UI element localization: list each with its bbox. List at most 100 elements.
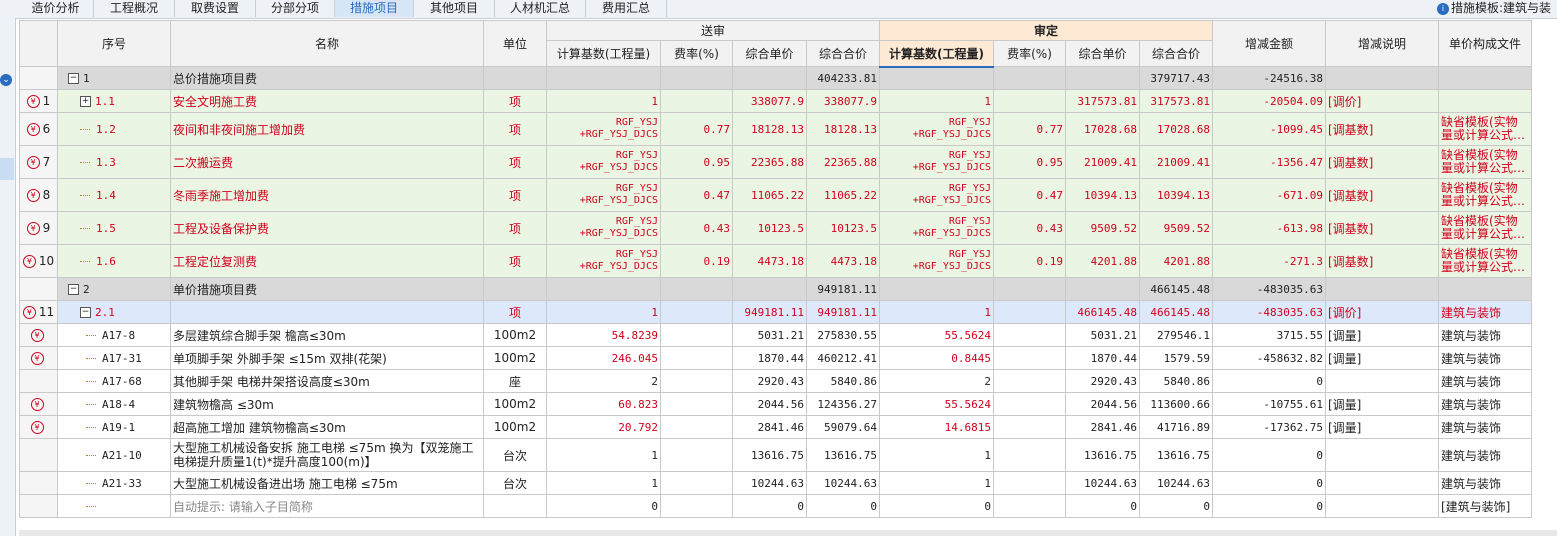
table-row[interactable]: ¥10 1.6 工程定位复测费项 RGF_YSJ +RGF_YSJ_DJCS 0.19 44…	[19, 244, 1532, 278]
tab-project-overview[interactable]: 工程概况	[94, 0, 175, 17]
tab-fee-settings[interactable]: 取费设置	[175, 0, 256, 17]
file-cell[interactable]: 建筑与装饰	[1438, 471, 1532, 495]
s-total-cell[interactable]: 5840.86	[806, 369, 880, 393]
note-cell[interactable]: [调基数]	[1325, 244, 1439, 278]
s-uprice-cell[interactable]: 338077.9	[732, 89, 807, 113]
table-row[interactable]: A21-33 大型施工机械设备进出场 施工电梯 ≤75m 台次 1 10244.63 10…	[19, 471, 1532, 495]
d-base-cell[interactable]: 0.8445	[879, 346, 994, 370]
s-total-cell[interactable]: 10244.63	[806, 471, 880, 495]
s-total-cell[interactable]: 18128.13	[806, 112, 880, 146]
note-cell[interactable]	[1325, 369, 1439, 393]
d-total-cell[interactable]: 41716.89	[1139, 415, 1213, 439]
s-rate-cell[interactable]	[660, 346, 733, 370]
s-rate-cell[interactable]	[660, 438, 733, 472]
s-rate-cell[interactable]	[660, 277, 733, 301]
d-uprice-cell[interactable]: 466145.48	[1065, 300, 1140, 324]
unit-cell[interactable]: 项	[483, 300, 547, 324]
name-cell[interactable]: 单项脚手架 外脚手架 ≤15m 双排(花架)	[170, 346, 484, 370]
seq-cell[interactable]: +1.1	[57, 89, 171, 113]
s-uprice-cell[interactable]	[732, 277, 807, 301]
s-total-cell[interactable]: 0	[806, 494, 880, 518]
file-cell[interactable]: 缺省模板(实物 量或计算公式…	[1438, 178, 1532, 212]
horizontal-scrollbar[interactable]	[19, 530, 1557, 536]
table-row[interactable]: ¥1 +1.1 安全文明施工费项 1 338077.9 338077.9 1 317573.8…	[19, 89, 1532, 113]
note-cell[interactable]: [调量]	[1325, 415, 1439, 439]
d-uprice-cell[interactable]	[1065, 66, 1140, 90]
d-rate-cell[interactable]	[993, 415, 1066, 439]
d-base-cell[interactable]: 1	[879, 438, 994, 472]
side-selected-marker[interactable]	[0, 158, 14, 180]
note-cell[interactable]: [调量]	[1325, 392, 1439, 416]
table-row[interactable]: ¥ A18-4 建筑物檐高 ≤30m 100m2 60.823 2044.56 124356…	[19, 392, 1532, 416]
s-uprice-cell[interactable]: 10244.63	[732, 471, 807, 495]
note-cell[interactable]	[1325, 277, 1439, 301]
s-rate-cell[interactable]	[660, 392, 733, 416]
s-base-cell[interactable]: 246.045	[546, 346, 661, 370]
unit-cell[interactable]: 项	[483, 178, 547, 212]
s-base-cell[interactable]: 1	[546, 438, 661, 472]
note-cell[interactable]: [调价]	[1325, 300, 1439, 324]
file-cell[interactable]: 建筑与装饰	[1438, 369, 1532, 393]
d-base-cell[interactable]: 55.5624	[879, 392, 994, 416]
seq-cell[interactable]: A21-33	[57, 471, 171, 495]
name-cell[interactable]: 二次搬运费	[170, 145, 484, 179]
name-cell[interactable]: 安全文明施工费	[170, 89, 484, 113]
name-cell[interactable]: 单价措施项目费	[170, 277, 484, 301]
table-row[interactable]: ¥6 1.2 夜间和非夜间施工增加费项 RGF_YSJ +RGF_YSJ_DJCS 0.7…	[19, 112, 1532, 146]
s-base-cell[interactable]: 1	[546, 300, 661, 324]
d-uprice-cell[interactable]: 1870.44	[1065, 346, 1140, 370]
tab-cost-analysis[interactable]: 造价分析	[18, 0, 94, 17]
collapse-toggle-icon[interactable]: −	[80, 307, 91, 318]
name-cell[interactable]: 大型施工机械设备安拆 施工电梯 ≤75m 换为【双笼施工 电梯提升质量1(t)*提…	[170, 438, 484, 472]
unit-cell[interactable]	[483, 66, 547, 90]
d-base-cell[interactable]: 2	[879, 369, 994, 393]
d-base-cell[interactable]: RGF_YSJ +RGF_YSJ_DJCS	[879, 244, 994, 278]
s-total-cell[interactable]: 460212.41	[806, 346, 880, 370]
d-rate-cell[interactable]: 0.19	[993, 244, 1066, 278]
d-total-cell[interactable]: 317573.81	[1139, 89, 1213, 113]
unit-cell[interactable]: 100m2	[483, 415, 547, 439]
s-base-cell[interactable]: RGF_YSJ +RGF_YSJ_DJCS	[546, 211, 661, 245]
name-cell[interactable]: 工程定位复测费	[170, 244, 484, 278]
name-cell[interactable]: 工程及设备保护费	[170, 211, 484, 245]
note-cell[interactable]: [调量]	[1325, 346, 1439, 370]
d-rate-cell[interactable]: 0.43	[993, 211, 1066, 245]
s-uprice-cell[interactable]: 1870.44	[732, 346, 807, 370]
d-base-cell[interactable]: 1	[879, 471, 994, 495]
s-uprice-cell[interactable]: 11065.22	[732, 178, 807, 212]
note-cell[interactable]: [调基数]	[1325, 112, 1439, 146]
note-cell[interactable]	[1325, 438, 1439, 472]
d-total-cell[interactable]: 9509.52	[1139, 211, 1213, 245]
s-uprice-cell[interactable]: 22365.88	[732, 145, 807, 179]
d-uprice-cell[interactable]: 10394.13	[1065, 178, 1140, 212]
unit-cell[interactable]: 100m2	[483, 392, 547, 416]
name-cell[interactable]: 总价措施项目费	[170, 66, 484, 90]
collapse-icon[interactable]: ⌄	[0, 74, 12, 86]
unit-cell[interactable]: 项	[483, 89, 547, 113]
d-uprice-cell[interactable]: 2920.43	[1065, 369, 1140, 393]
unit-cell[interactable]: 100m2	[483, 323, 547, 347]
tab-labor-material[interactable]: 人材机汇总	[495, 0, 586, 17]
s-base-cell[interactable]: RGF_YSJ +RGF_YSJ_DJCS	[546, 178, 661, 212]
d-total-cell[interactable]: 113600.66	[1139, 392, 1213, 416]
note-cell[interactable]: [调基数]	[1325, 211, 1439, 245]
file-cell[interactable]: 建筑与装饰	[1438, 438, 1532, 472]
d-rate-cell[interactable]	[993, 346, 1066, 370]
seq-cell[interactable]: A17-68	[57, 369, 171, 393]
file-cell[interactable]: 缺省模板(实物 量或计算公式…	[1438, 145, 1532, 179]
file-cell[interactable]	[1438, 66, 1532, 90]
d-base-cell[interactable]: 1	[879, 89, 994, 113]
file-cell[interactable]: 缺省模板(实物 量或计算公式…	[1438, 211, 1532, 245]
s-total-cell[interactable]: 10123.5	[806, 211, 880, 245]
s-uprice-cell[interactable]: 18128.13	[732, 112, 807, 146]
unit-cell[interactable]	[483, 277, 547, 301]
note-cell[interactable]	[1325, 494, 1439, 518]
d-total-cell[interactable]: 21009.41	[1139, 145, 1213, 179]
d-rate-cell[interactable]	[993, 66, 1066, 90]
s-uprice-cell[interactable]: 949181.11	[732, 300, 807, 324]
s-base-cell[interactable]: RGF_YSJ +RGF_YSJ_DJCS	[546, 244, 661, 278]
s-rate-cell[interactable]	[660, 66, 733, 90]
s-rate-cell[interactable]	[660, 494, 733, 518]
s-total-cell[interactable]: 4473.18	[806, 244, 880, 278]
s-rate-cell[interactable]: 0.77	[660, 112, 733, 146]
